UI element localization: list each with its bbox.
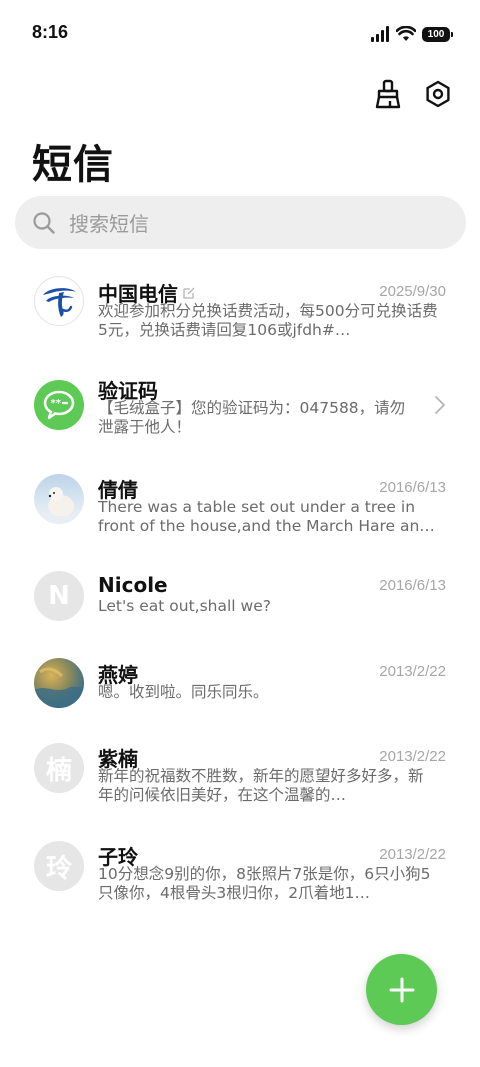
search-input[interactable]: 搜索短信 (15, 196, 466, 249)
conversation-preview: 10分想念9别的你，8张照片7张是你，6只小狗5只像你，4根骨头3根归你，2爪着… (98, 865, 431, 902)
chat-bubble-icon: ** (43, 390, 75, 420)
conversation-item[interactable]: ** 验证码 【毛绒盒子】您的验证码为：047588，请勿泄露于他人！ (0, 363, 480, 455)
chevron-right-icon (435, 396, 445, 414)
conversation-item[interactable]: 楠 紫楠 2013/2/22 新年的祝福数不胜数，新年的愿望好多好多，新年的问候… (0, 741, 480, 833)
signal-icon (371, 26, 389, 42)
conversation-date: 2016/6/13 (379, 479, 446, 496)
conversation-item[interactable]: 玲 子玲 2013/2/22 10分想念9别的你，8张照片7张是你，6只小狗5只… (0, 839, 480, 931)
status-bar: 8:16 100 (0, 0, 480, 68)
conversation-preview: 【毛绒盒子】您的验证码为：047588，请勿泄露于他人！ (98, 399, 406, 436)
conversation-item[interactable]: 燕婷 2013/2/22 嗯。收到啦。同乐同乐。 (0, 655, 480, 747)
conversation-date: 2025/9/30 (379, 283, 446, 300)
conversation-name: Nicole (98, 573, 168, 597)
conversation-preview: 欢迎参加积分兑换话费活动，每500分可兑换话费5元，兑换话费请回复106或jfd… (98, 302, 438, 339)
conversation-date: 2013/2/22 (379, 846, 446, 863)
search-placeholder: 搜索短信 (69, 212, 149, 236)
search-icon (31, 210, 57, 236)
conversation-date: 2016/6/13 (379, 577, 446, 594)
polar-bear-avatar (34, 474, 84, 524)
clean-button[interactable] (372, 78, 404, 110)
battery-icon: 100 (422, 26, 453, 42)
landscape-photo-icon (34, 667, 84, 708)
conversation-item[interactable]: 倩倩 2016/6/13 There was a table set out u… (0, 461, 480, 553)
avatar: N (34, 571, 84, 621)
settings-button[interactable] (422, 78, 454, 110)
plus-icon (389, 977, 414, 1002)
settings-icon (426, 80, 450, 108)
avatar: 玲 (34, 841, 84, 891)
edit-icon (183, 287, 195, 299)
conversation-preview: 嗯。收到啦。同乐同乐。 (98, 683, 269, 701)
conversation-item[interactable]: N Nicole 2016/6/13 Let's eat out,shall w… (0, 559, 480, 651)
new-message-button[interactable] (366, 954, 437, 1025)
conversation-preview: There was a table set out under a tree i… (98, 498, 435, 535)
conversation-item[interactable]: 中国电信 2025/9/30 欢迎参加积分兑换话费活动，每500分可兑换话费5元… (0, 265, 480, 357)
wifi-icon (396, 26, 416, 41)
status-icons: 100 (370, 24, 453, 44)
verification-code-avatar: ** (34, 380, 84, 430)
broom-icon (375, 79, 401, 109)
svg-text:**: ** (51, 398, 62, 409)
conversation-date: 2013/2/22 (379, 748, 446, 765)
china-telecom-logo-icon (43, 288, 76, 317)
status-time: 8:16 (32, 22, 69, 42)
battery-level: 100 (427, 28, 445, 40)
page-title: 短信 (32, 142, 114, 188)
avatar: 楠 (34, 743, 84, 793)
conversation-date: 2013/2/22 (379, 663, 446, 680)
top-actions (372, 78, 454, 110)
conversation-preview: Let's eat out,shall we? (98, 597, 271, 615)
conversation-preview: 新年的祝福数不胜数，新年的愿望好多好多，新年的问候依旧美好，在这个温馨的… (98, 767, 424, 804)
china-telecom-avatar (34, 276, 84, 326)
polar-bear-photo-icon (34, 487, 84, 524)
landscape-avatar (34, 658, 84, 708)
